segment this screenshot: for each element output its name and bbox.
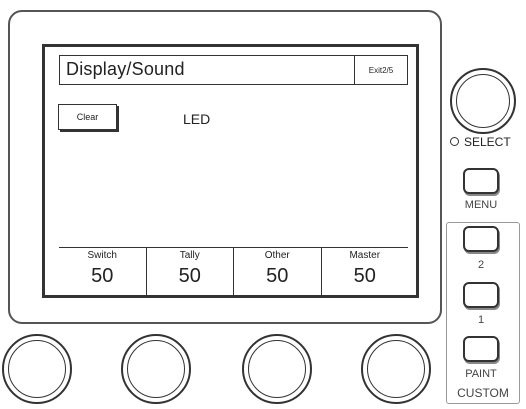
param-label: Tally — [179, 250, 200, 261]
menu-label: MENU — [464, 199, 498, 211]
param-label: Switch — [87, 250, 117, 261]
param-label: Other — [264, 250, 290, 261]
button-2-label: 2 — [477, 259, 485, 271]
custom-button-1[interactable] — [463, 282, 499, 308]
custom-label: CUSTOM — [457, 386, 509, 400]
knob-tally[interactable] — [121, 334, 191, 404]
select-label: SELECT — [464, 135, 511, 149]
button-1-label: 1 — [477, 314, 485, 326]
param-value: 50 — [353, 265, 376, 287]
parameter-row: Switch 50 Tally 50 Other 50 Master 50 — [59, 247, 408, 298]
select-knob[interactable] — [450, 68, 516, 134]
title-bar: Display/Sound Exit2/5 — [59, 55, 408, 85]
param-value: 50 — [266, 265, 289, 287]
exit-button[interactable]: Exit2/5 — [355, 56, 407, 84]
param-switch[interactable]: Switch 50 — [59, 248, 147, 298]
lcd-screen: Display/Sound Exit2/5 Clear LED Switch 5… — [42, 44, 419, 298]
param-label: Master — [349, 250, 381, 261]
page-title: Display/Sound — [66, 59, 185, 79]
knob-master[interactable] — [361, 334, 431, 404]
param-value: 50 — [91, 265, 114, 287]
paint-button[interactable] — [463, 336, 499, 362]
param-other[interactable]: Other 50 — [234, 248, 322, 298]
select-indicator-icon — [450, 137, 459, 146]
param-value: 50 — [178, 265, 201, 287]
menu-button[interactable] — [463, 168, 499, 194]
param-tally[interactable]: Tally 50 — [147, 248, 234, 298]
knob-other[interactable] — [242, 334, 312, 404]
custom-button-2[interactable] — [463, 226, 499, 252]
param-master[interactable]: Master 50 — [322, 248, 409, 298]
paint-label: PAINT — [465, 368, 497, 380]
knob-switch[interactable] — [2, 334, 72, 404]
clear-button[interactable]: Clear — [58, 104, 117, 130]
led-label: LED — [183, 111, 211, 127]
panel-bezel: Display/Sound Exit2/5 Clear LED Switch 5… — [8, 10, 442, 324]
